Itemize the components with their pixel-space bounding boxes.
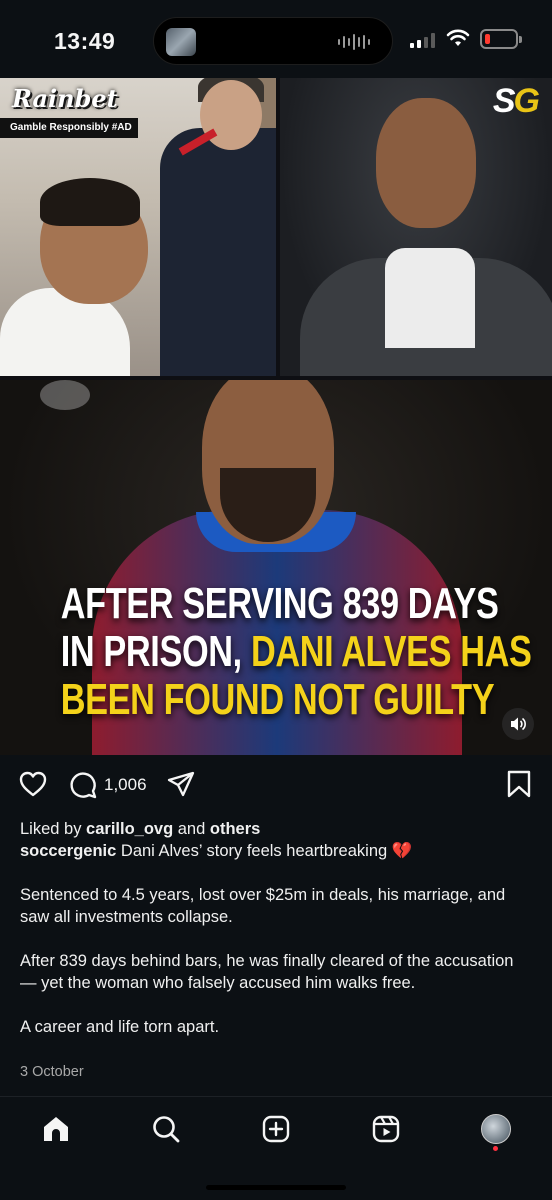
home-icon — [44, 1117, 68, 1141]
post-username[interactable]: soccergenic — [20, 842, 116, 860]
cellular-signal-icon — [410, 32, 435, 48]
heart-icon — [19, 771, 47, 797]
caption-paragraph-3: After 839 days behind bars, he was final… — [20, 952, 514, 992]
liked-by-user[interactable]: carillo_ovg — [86, 820, 173, 838]
officer-figure — [160, 128, 276, 376]
speaker-icon — [511, 717, 526, 731]
send-icon — [167, 771, 195, 797]
sponsor-badge: Rainbet Gamble Responsibly #AD — [0, 78, 138, 140]
tab-create[interactable] — [258, 1111, 294, 1147]
rainbet-logo: Rainbet — [12, 84, 118, 113]
status-time: 13:49 — [54, 28, 116, 54]
status-bar: 13:49 — [0, 0, 552, 80]
comment-icon — [70, 772, 97, 799]
dynamic-island[interactable] — [153, 17, 393, 65]
photo-football-player: AFTER SERVING 839 DAYS IN PRISON, DANI A… — [0, 380, 552, 755]
bookmark-icon — [507, 770, 531, 798]
caption-text: Dani Alves’ story feels heartbreaking 💔 — [116, 842, 413, 860]
photo-portrait: SG — [280, 78, 552, 376]
headline-line-3: BEEN FOUND NOT GUILTY — [60, 675, 495, 724]
wifi-icon — [446, 29, 470, 46]
sponsor-note: Gamble Responsibly #AD — [0, 118, 138, 138]
publisher-logo: SG — [492, 82, 540, 120]
liked-by-others[interactable]: others — [210, 820, 260, 838]
headline-line-1: AFTER SERVING 839 DAYS — [60, 579, 499, 628]
headline-line-2: IN PRISON, DANI ALVES HAS — [60, 627, 532, 676]
post-caption: Liked by carillo_ovg and others soccerge… — [20, 818, 532, 1038]
caption-paragraph-2: Sentenced to 4.5 years, lost over $25m i… — [20, 886, 506, 926]
like-button[interactable] — [18, 770, 48, 798]
save-button[interactable] — [506, 770, 532, 798]
post-image[interactable]: Rainbet Gamble Responsibly #AD SG AFTER … — [0, 78, 552, 755]
create-icon — [262, 1115, 290, 1143]
comment-count: 1,006 — [104, 775, 147, 794]
tab-reels[interactable] — [368, 1111, 404, 1147]
liked-by-line[interactable]: Liked by carillo_ovg and others — [20, 818, 532, 840]
photo-courtroom: Rainbet Gamble Responsibly #AD — [0, 78, 276, 376]
post-headline: AFTER SERVING 839 DAYS IN PRISON, DANI A… — [60, 579, 532, 724]
home-indicator — [206, 1185, 346, 1190]
tab-search[interactable] — [148, 1111, 184, 1147]
search-icon — [153, 1116, 180, 1143]
share-button[interactable] — [166, 770, 196, 798]
now-playing-thumbnail — [166, 28, 196, 56]
sound-toggle-button[interactable] — [502, 708, 534, 740]
profile-avatar — [481, 1114, 511, 1144]
tab-home[interactable] — [38, 1111, 74, 1147]
reels-icon — [372, 1115, 400, 1143]
tab-profile[interactable] — [478, 1111, 514, 1147]
battery-icon — [480, 29, 522, 49]
post-actions: 1,006 — [0, 764, 552, 808]
post-date[interactable]: 3 October — [20, 1064, 84, 1080]
comment-button[interactable]: 1,006 — [68, 770, 147, 800]
notification-dot — [493, 1146, 498, 1151]
audio-waveform-icon — [338, 34, 370, 50]
battery-level — [485, 34, 490, 44]
caption-paragraph-4: A career and life torn apart. — [20, 1018, 220, 1036]
